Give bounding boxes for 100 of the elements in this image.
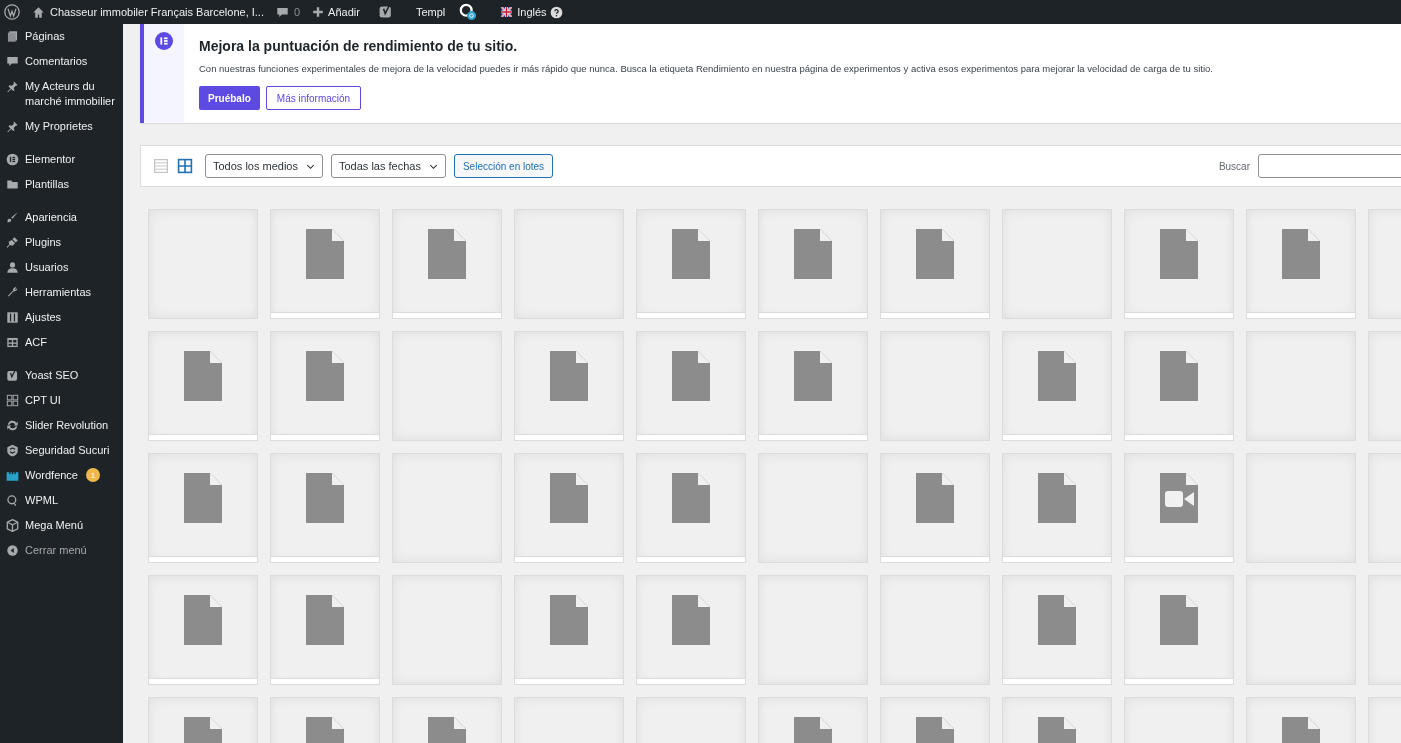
more-info-button[interactable]: Más información	[265, 86, 362, 111]
media-tile[interactable]	[270, 209, 380, 319]
media-tile[interactable]	[148, 331, 258, 441]
list-view-icon[interactable]	[153, 158, 169, 174]
document-icon	[672, 473, 710, 523]
document-icon	[550, 473, 588, 523]
media-tile[interactable]	[1002, 453, 1112, 563]
media-tile[interactable]	[1002, 331, 1112, 441]
menu-item[interactable]: My Proprietes	[0, 114, 123, 139]
home-icon	[32, 5, 45, 19]
search-label: Buscar	[1218, 159, 1250, 174]
media-tile[interactable]	[636, 453, 746, 563]
elementor-icon	[155, 32, 173, 50]
media-tile[interactable]	[514, 331, 624, 441]
elementor-icon	[6, 153, 19, 166]
menu-item[interactable]: Herramientas	[0, 280, 123, 305]
folder-icon	[6, 178, 19, 191]
menu-item[interactable]: Ajustes	[0, 305, 123, 330]
media-tile[interactable]	[270, 331, 380, 441]
media-tile[interactable]	[636, 331, 746, 441]
menu-item[interactable]: Plugins	[0, 230, 123, 255]
menu-item[interactable]: Elementor	[0, 147, 123, 172]
bulk-select-button[interactable]: Selección en lotes	[453, 154, 554, 178]
comment-count[interactable]: 0	[293, 3, 301, 21]
document-icon	[672, 229, 710, 279]
try-button[interactable]: Pruébalo	[199, 86, 260, 111]
grid-view-icon[interactable]	[177, 158, 193, 174]
brush-icon	[6, 211, 19, 224]
sliders-icon	[6, 311, 19, 324]
user-icon	[6, 261, 19, 274]
menu-item[interactable]: Yoast SEO	[0, 363, 123, 388]
media-tile[interactable]	[1124, 209, 1234, 319]
document-icon	[1160, 595, 1198, 645]
document-icon	[794, 351, 832, 401]
media-tile[interactable]	[758, 331, 868, 441]
wpml-icon	[6, 494, 19, 507]
media-type-dropdown[interactable]: Todos los medios	[205, 154, 323, 178]
comment-icon	[6, 55, 19, 68]
menu-item[interactable]: Páginas	[0, 24, 123, 49]
document-icon	[550, 595, 588, 645]
document-icon	[1160, 351, 1198, 401]
language-switcher[interactable]: Inglés	[517, 3, 547, 21]
menu-item[interactable]: Apariencia	[0, 205, 123, 230]
menu-item[interactable]: Plantillas	[0, 172, 123, 197]
wrench-icon	[6, 286, 19, 299]
notice-title: Mejora la puntuación de rendimiento de tu sitio.	[199, 37, 519, 56]
media-tile[interactable]	[514, 453, 624, 563]
media-tile[interactable]	[270, 575, 380, 685]
menu-item[interactable]: Cerrar menú	[0, 538, 123, 563]
media-tile[interactable]	[880, 453, 990, 563]
date-filter-dropdown[interactable]: Todas las fechas	[331, 154, 446, 178]
media-tile[interactable]	[1124, 575, 1234, 685]
refresh-icon	[6, 419, 19, 432]
yoast-icon	[377, 4, 394, 20]
document-icon	[306, 473, 344, 523]
new-link[interactable]: Añadir	[328, 3, 360, 21]
document-icon	[184, 595, 222, 645]
document-icon	[1282, 229, 1320, 279]
menu-item[interactable]: Seguridad Sucuri	[0, 438, 123, 463]
menu-item[interactable]: ACF	[0, 330, 123, 355]
yoast-icon	[6, 369, 19, 382]
document-icon	[794, 229, 832, 279]
menu-item[interactable]: Usuarios	[0, 255, 123, 280]
menu-item[interactable]: Slider Revolution	[0, 413, 123, 438]
menu-item[interactable]: CPT UI	[0, 388, 123, 413]
media-tile[interactable]	[514, 575, 624, 685]
media-tile[interactable]	[880, 209, 990, 319]
document-icon	[1038, 473, 1076, 523]
document-icon	[1038, 595, 1076, 645]
document-icon	[916, 473, 954, 523]
media-tile[interactable]	[758, 209, 868, 319]
plug-icon	[6, 236, 19, 249]
media-tile[interactable]	[270, 453, 380, 563]
document-icon	[1038, 351, 1076, 401]
document-icon	[672, 595, 710, 645]
menu-item[interactable]: My Acteurs du marché immobilier	[0, 74, 123, 114]
media-tile[interactable]	[148, 453, 258, 563]
wordpress-logo-icon	[4, 4, 20, 20]
media-tile[interactable]	[1246, 209, 1356, 319]
templ-link[interactable]: Templ	[415, 3, 446, 21]
media-tile[interactable]	[636, 575, 746, 685]
site-name-link[interactable]: Chasseur immobiler Français Barcelone, I...	[50, 3, 264, 21]
video-file-icon	[1160, 473, 1198, 523]
notice-text: Con nuestras funciones experimentales de mejora de la velocidad puedes ir más rápido que nunca. Busca la etiqueta Rendimiento en nuestra página de experimentos y activa esos experimentos para mejorar la velocidad de carga de tu sitio.	[199, 62, 1213, 76]
document-icon	[428, 229, 466, 279]
document-icon	[916, 229, 954, 279]
menu-item[interactable]: WPML	[0, 488, 123, 513]
document-icon	[306, 229, 344, 279]
menu-item[interactable]: Wordfence 1	[0, 463, 123, 488]
document-icon	[306, 595, 344, 645]
media-tile[interactable]	[636, 209, 746, 319]
media-tile[interactable]	[148, 575, 258, 685]
media-tile[interactable]	[392, 209, 502, 319]
media-tile[interactable]	[1124, 331, 1234, 441]
menu-item[interactable]: Mega Menú	[0, 513, 123, 538]
menu-item[interactable]: Comentarios	[0, 49, 123, 74]
media-tile[interactable]	[1002, 575, 1112, 685]
search-field[interactable]	[1258, 154, 1401, 178]
media-tile[interactable]	[1124, 453, 1234, 563]
collapse-icon	[6, 544, 19, 557]
